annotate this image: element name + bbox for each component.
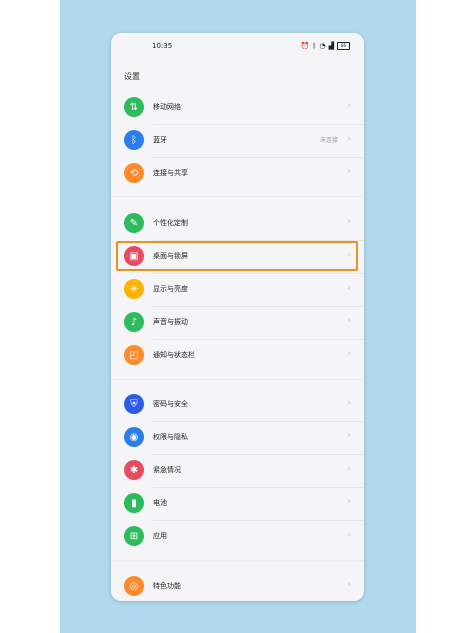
chevron-right-icon: › [347, 316, 351, 326]
setting-label: 通知与状态栏 [153, 351, 195, 359]
wifi-icon: ◔ [319, 42, 326, 50]
section-divider [111, 196, 364, 197]
setting-label: 特色功能 [153, 582, 181, 590]
setting-row-security[interactable]: ⛨ 密码与安全 › [111, 388, 364, 421]
setting-row-share[interactable]: ⟲ 连接与共享 › [111, 157, 364, 190]
chevron-right-icon: › [347, 134, 351, 144]
setting-row-battery[interactable]: ▮ 电池 › [111, 487, 364, 520]
chevron-right-icon: › [347, 398, 351, 408]
privacy-icon: ◉ [124, 427, 144, 447]
security-icon: ⛨ [124, 394, 144, 414]
setting-label: 应用 [153, 532, 167, 540]
setting-label: 声音与振动 [153, 318, 188, 326]
setting-row-mobile-data[interactable]: ⇅ 移动网络 › [111, 91, 364, 124]
setting-label: 密码与安全 [153, 400, 188, 408]
status-bar: 10:35 ⏰ ᛒ ◔ ▟ 86 [111, 33, 364, 59]
chevron-right-icon: › [347, 283, 351, 293]
notification-icon: ◰ [124, 345, 144, 365]
bluetooth-status-icon: ᛒ [312, 42, 317, 50]
setting-row-bluetooth[interactable]: ᛒ 蓝牙 未连接 › [111, 124, 364, 157]
features-icon: ◎ [124, 576, 144, 596]
battery-status-icon: 86 [337, 42, 350, 50]
chevron-right-icon: › [347, 464, 351, 474]
setting-row-personalize[interactable]: ✎ 个性化定制 › [111, 207, 364, 240]
setting-row-features[interactable]: ◎ 特色功能 › [111, 570, 364, 601]
chevron-right-icon: › [347, 217, 351, 227]
setting-label: 显示与亮度 [153, 285, 188, 293]
chevron-right-icon: › [347, 431, 351, 441]
brightness-icon: ☀ [124, 279, 144, 299]
setting-label: 移动网络 [153, 103, 181, 111]
setting-row-notification[interactable]: ◰ 通知与状态栏 › [111, 339, 364, 372]
setting-row-emergency[interactable]: ✱ 紧急情况 › [111, 454, 364, 487]
chevron-right-icon: › [347, 349, 351, 359]
setting-label: 电池 [153, 499, 167, 507]
setting-label: 蓝牙 [153, 136, 167, 144]
setting-label: 权限与隐私 [153, 433, 188, 441]
share-icon: ⟲ [124, 163, 144, 183]
section-divider [111, 379, 364, 380]
emergency-icon: ✱ [124, 460, 144, 480]
bluetooth-icon: ᛒ [124, 130, 144, 150]
sound-icon: ♪ [124, 312, 144, 332]
setting-label: 紧急情况 [153, 466, 181, 474]
setting-row-apps[interactable]: ⊞ 应用 › [111, 520, 364, 553]
phone-screen: 10:35 ⏰ ᛒ ◔ ▟ 86 设置 ⇅ 移动网络 › ᛒ 蓝牙 未连接 › … [111, 33, 364, 601]
chevron-right-icon: › [347, 580, 351, 590]
mobile-data-icon: ⇅ [124, 97, 144, 117]
status-icons: ⏰ ᛒ ◔ ▟ 86 [301, 42, 350, 50]
battery-icon: ▮ [124, 493, 144, 513]
personalize-icon: ✎ [124, 213, 144, 233]
setting-row-display[interactable]: ☀ 显示与亮度 › [111, 273, 364, 306]
setting-label: 连接与共享 [153, 169, 188, 177]
chevron-right-icon: › [347, 497, 351, 507]
highlight-box [116, 241, 358, 271]
setting-row-sound[interactable]: ♪ 声音与振动 › [111, 306, 364, 339]
alarm-icon: ⏰ [300, 42, 310, 50]
setting-value: 未连接 [319, 137, 338, 144]
section-divider [111, 560, 364, 561]
page-title: 设置 [124, 72, 140, 81]
battery-level: 86 [340, 43, 347, 48]
signal-icon: ▟ [328, 42, 334, 50]
chevron-right-icon: › [347, 167, 351, 177]
status-time: 10:35 [152, 42, 173, 50]
chevron-right-icon: › [347, 101, 351, 111]
chevron-right-icon: › [347, 530, 351, 540]
setting-row-privacy[interactable]: ◉ 权限与隐私 › [111, 421, 364, 454]
apps-icon: ⊞ [124, 526, 144, 546]
setting-label: 个性化定制 [153, 219, 188, 227]
